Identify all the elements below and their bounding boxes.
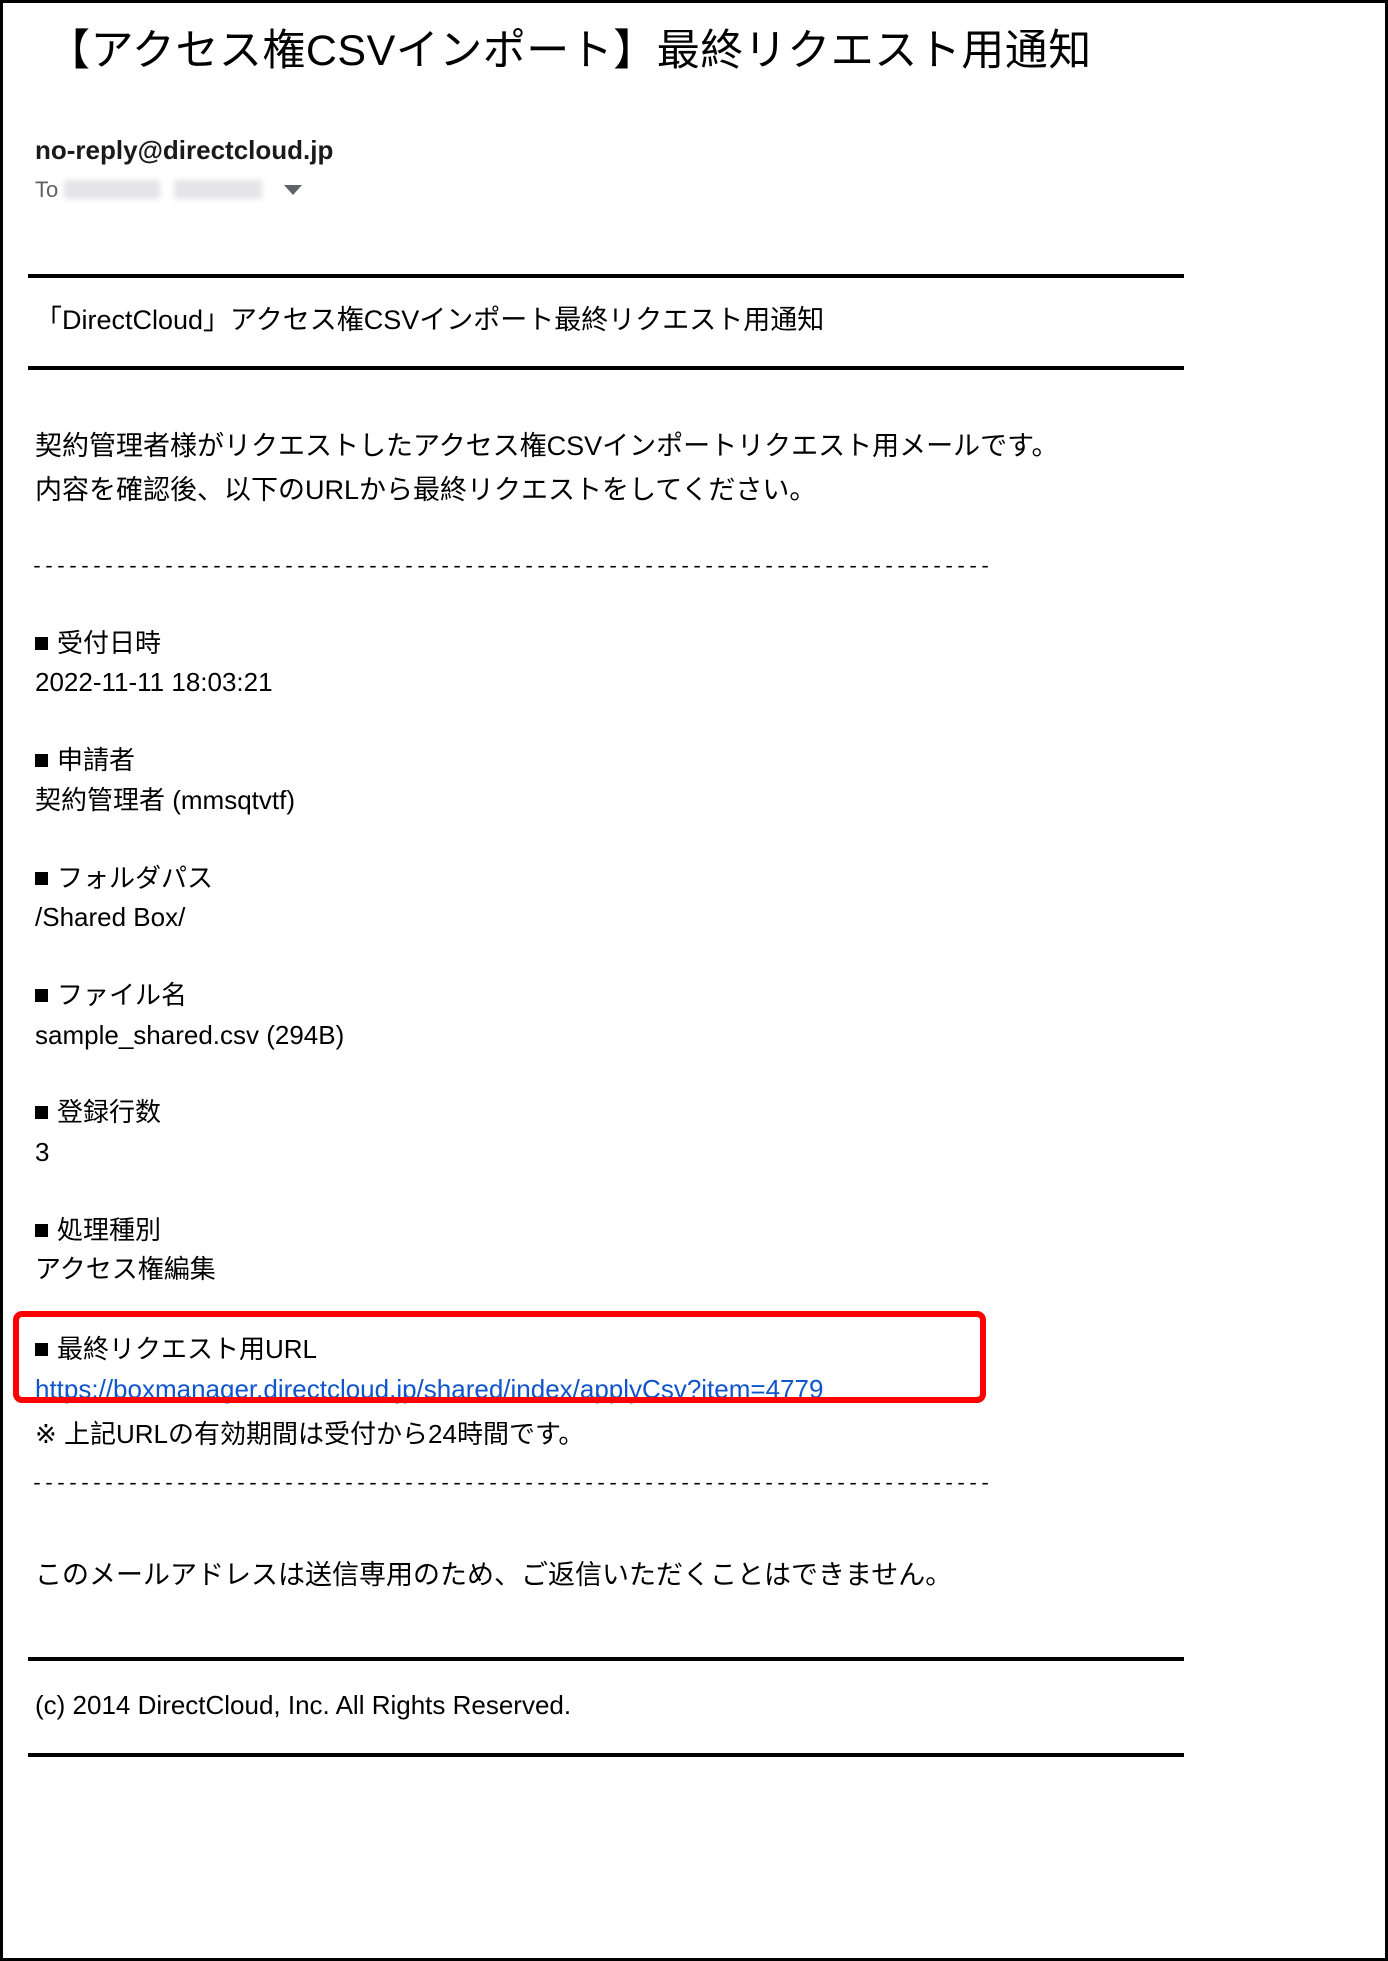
square-bullet-icon bbox=[35, 754, 48, 768]
final-request-url-link[interactable]: https://boxmanager.directcloud.jp/shared… bbox=[35, 1371, 823, 1409]
email-screenshot-frame: 【アクセス権CSVインポート】最終リクエスト用通知 no-reply@direc… bbox=[0, 0, 1388, 1961]
field-process-type: 処理種別 アクセス権編集 bbox=[35, 1212, 1385, 1289]
url-field-label: 最終リクエスト用URL bbox=[35, 1331, 1385, 1369]
redacted-recipient-name bbox=[64, 180, 161, 200]
field-label-text: フォルダパス bbox=[57, 862, 214, 893]
intro-paragraph: 契約管理者様がリクエストしたアクセス権CSVインポートリクエスト用メールです。 … bbox=[35, 425, 1385, 512]
banner-title: 「DirectCloud」アクセス権CSVインポート最終リクエスト用通知 bbox=[35, 304, 825, 335]
field-value: アクセス権編集 bbox=[35, 1254, 216, 1285]
to-label: To bbox=[35, 176, 59, 202]
intro-line-1: 契約管理者様がリクエストしたアクセス権CSVインポートリクエスト用メールです。 bbox=[35, 431, 1059, 462]
recipient-row[interactable]: To bbox=[35, 176, 1385, 204]
field-label: 申請者 bbox=[35, 742, 1385, 780]
field-applicant: 申請者 契約管理者 (mmsqtvtf) bbox=[35, 742, 1385, 819]
copyright-text: (c) 2014 DirectCloud, Inc. All Rights Re… bbox=[35, 1690, 572, 1721]
field-label: 処理種別 bbox=[35, 1212, 1385, 1250]
field-value: /Shared Box/ bbox=[35, 902, 186, 933]
square-bullet-icon bbox=[35, 636, 48, 650]
field-received-datetime: 受付日時 2022-11-11 18:03:21 bbox=[35, 625, 1385, 702]
field-label: ファイル名 bbox=[35, 977, 1385, 1015]
url-field-label-text: 最終リクエスト用URL bbox=[57, 1334, 318, 1365]
field-label-text: 処理種別 bbox=[57, 1214, 162, 1245]
field-label-text: 登録行数 bbox=[57, 1097, 162, 1128]
email-subject-heading: 【アクセス権CSVインポート】最終リクエスト用通知 bbox=[47, 27, 1092, 75]
url-expiry-note: ※ 上記URLの有効期間は受付から24時間です。 bbox=[35, 1419, 585, 1450]
square-bullet-icon bbox=[35, 871, 48, 885]
sender-address: no-reply@directcloud.jp bbox=[35, 134, 334, 165]
field-value: 契約管理者 (mmsqtvtf) bbox=[35, 784, 295, 815]
no-reply-notice: このメールアドレスは送信専用のため、ご返信いただくことはできません。 bbox=[35, 1560, 953, 1591]
field-label-text: 受付日時 bbox=[57, 627, 162, 658]
field-file-name: ファイル名 sample_shared.csv (294B) bbox=[35, 977, 1385, 1054]
banner-rule-bottom bbox=[28, 366, 1184, 371]
dashed-separator-bottom: ----------------------------------------… bbox=[31, 1480, 992, 1497]
redacted-recipient-address bbox=[174, 180, 263, 200]
email-body: 【アクセス権CSVインポート】最終リクエスト用通知 no-reply@direc… bbox=[3, 25, 1385, 1757]
email-header-block: no-reply@directcloud.jp To bbox=[35, 135, 1385, 204]
square-bullet-icon bbox=[35, 988, 48, 1002]
field-row-count: 登録行数 3 bbox=[35, 1094, 1385, 1171]
field-label-text: 申請者 bbox=[57, 745, 136, 776]
dashed-separator-top: ----------------------------------------… bbox=[31, 562, 992, 579]
field-value: sample_shared.csv (294B) bbox=[35, 1019, 345, 1050]
field-folder-path: フォルダパス /Shared Box/ bbox=[35, 860, 1385, 937]
field-value: 2022-11-11 18:03:21 bbox=[35, 667, 273, 698]
intro-line-2: 内容を確認後、以下のURLから最終リクエストをしてください。 bbox=[35, 475, 817, 506]
field-label: 登録行数 bbox=[35, 1094, 1385, 1132]
footer-rule-bottom bbox=[28, 1752, 1184, 1757]
field-label: 受付日時 bbox=[35, 625, 1385, 663]
final-request-url-section: 最終リクエスト用URL https://boxmanager.directclo… bbox=[13, 1311, 1385, 1454]
square-bullet-icon bbox=[35, 1106, 48, 1120]
square-bullet-icon bbox=[35, 1343, 48, 1357]
field-value: 3 bbox=[35, 1136, 50, 1167]
square-bullet-icon bbox=[35, 1223, 48, 1237]
field-label-text: ファイル名 bbox=[57, 979, 188, 1010]
field-label: フォルダパス bbox=[35, 860, 1385, 898]
chevron-down-icon[interactable] bbox=[284, 184, 303, 195]
